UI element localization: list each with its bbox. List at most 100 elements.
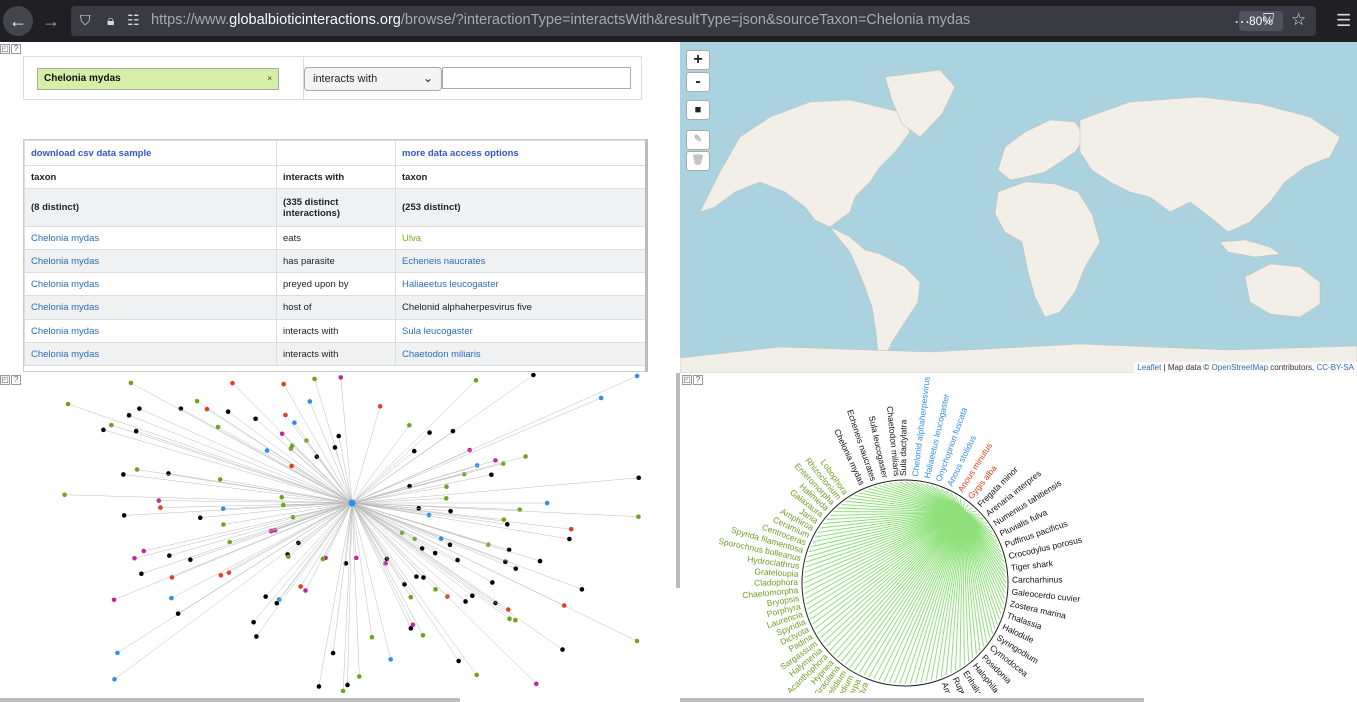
source-taxon-link[interactable]: Chelonia mydas [31, 256, 99, 267]
network-node[interactable] [111, 597, 117, 603]
network-node[interactable] [432, 550, 438, 556]
pocket-icon[interactable]: ⛉ [1263, 11, 1274, 28]
network-node[interactable] [568, 526, 574, 532]
network-node[interactable] [225, 409, 231, 415]
network-node[interactable] [598, 395, 604, 401]
lock-icon[interactable]: 🔒︎ [107, 12, 114, 29]
network-node[interactable] [410, 622, 416, 628]
interaction-map[interactable]: Leaflet | Map data © OpenStreetMap contr… [680, 42, 1357, 373]
network-node[interactable] [420, 633, 426, 638]
network-node[interactable] [336, 433, 342, 439]
network-node[interactable] [320, 556, 326, 562]
network-node[interactable] [473, 378, 479, 383]
network-node[interactable] [474, 672, 479, 678]
network-node[interactable] [115, 650, 120, 656]
target-taxon-link[interactable]: Chaetodon miliaris [402, 349, 481, 360]
interaction-network-graph[interactable] [0, 373, 680, 693]
network-node[interactable] [504, 522, 510, 527]
network-node[interactable] [634, 373, 640, 379]
network-node[interactable] [531, 373, 536, 378]
source-taxon-link[interactable]: Chelonia mydas [31, 349, 99, 360]
permissions-icon[interactable]: ☷ [127, 12, 140, 29]
network-node[interactable] [280, 502, 286, 508]
network-node[interactable] [188, 557, 193, 563]
network-node[interactable] [636, 475, 642, 481]
zoom-out-button[interactable]: - [686, 72, 710, 92]
network-node[interactable] [414, 574, 419, 579]
network-node[interactable] [292, 420, 297, 425]
tree-leaf-label[interactable]: Cladophora [754, 577, 798, 588]
network-node[interactable] [560, 647, 565, 652]
network-node[interactable] [402, 582, 407, 587]
horizontal-scrollbar[interactable] [680, 698, 1144, 702]
tree-leaf-label[interactable]: Carcharhinus [1012, 575, 1063, 585]
network-node[interactable] [433, 587, 438, 592]
network-node[interactable] [263, 594, 268, 599]
network-node[interactable] [408, 594, 414, 600]
openstreetmap-link[interactable]: OpenStreetMap [1212, 363, 1268, 372]
leaflet-link[interactable]: Leaflet [1137, 363, 1161, 372]
source-taxon-chip[interactable]: Chelonia mydas × [37, 68, 279, 90]
source-taxon-link[interactable]: Chelonia mydas [31, 302, 99, 313]
network-node[interactable] [489, 472, 494, 478]
network-node[interactable] [523, 454, 528, 459]
expand-icon[interactable]: ◰ [0, 44, 10, 54]
source-node[interactable] [348, 499, 356, 507]
draw-rectangle-button[interactable]: ■ [686, 100, 710, 120]
network-node[interactable] [407, 422, 412, 428]
menu-icon[interactable]: ☰ [1336, 11, 1351, 31]
network-node[interactable] [132, 555, 137, 561]
network-node[interactable] [62, 492, 67, 498]
target-taxon-link[interactable]: Echeneis naucrates [402, 256, 485, 267]
network-node[interactable] [316, 684, 322, 689]
network-node[interactable] [166, 471, 171, 476]
network-node[interactable] [447, 542, 453, 548]
network-node[interactable] [197, 515, 203, 521]
network-node[interactable] [128, 380, 134, 386]
download-csv-link[interactable]: download csv data sample [31, 148, 151, 159]
network-node[interactable] [220, 506, 226, 512]
network-node[interactable] [412, 536, 417, 542]
network-node[interactable] [338, 375, 344, 380]
network-node[interactable] [194, 398, 200, 404]
url-bar[interactable]: ⛉ 🔒︎ ☷ https://www.globalbioticinteracti… [71, 6, 1316, 36]
network-node[interactable] [307, 399, 313, 404]
network-node[interactable] [419, 546, 425, 551]
help-icon[interactable]: ? [11, 44, 21, 54]
network-node[interactable] [493, 458, 498, 463]
network-node[interactable] [279, 494, 285, 500]
network-node[interactable] [230, 380, 235, 386]
network-node[interactable] [411, 448, 417, 454]
source-taxon-link[interactable]: Chelonia mydas [31, 279, 99, 290]
network-node[interactable] [101, 427, 106, 433]
taxonomic-tree-graph[interactable]: UlvaCaulerpaCodiumGelidiumGracilariaHypn… [680, 373, 1357, 693]
network-node[interactable] [312, 376, 317, 382]
network-node[interactable] [463, 599, 468, 604]
target-taxon-link[interactable]: Ulva [402, 233, 421, 244]
network-node[interactable] [490, 580, 495, 585]
network-node[interactable] [330, 650, 336, 656]
network-node[interactable] [112, 676, 117, 682]
network-node[interactable] [298, 584, 303, 589]
network-node[interactable] [444, 484, 449, 490]
network-node[interactable] [279, 431, 285, 437]
network-node[interactable] [175, 611, 181, 616]
target-taxon-input[interactable] [442, 67, 631, 89]
tree-leaf-label[interactable]: Sula dactylatra [898, 419, 909, 476]
network-node[interactable] [221, 522, 226, 527]
network-node[interactable] [513, 617, 518, 623]
target-taxon-link[interactable]: Sula leucogaster [402, 326, 473, 337]
network-node[interactable] [158, 505, 163, 510]
bookmark-star-icon[interactable]: ☆ [1291, 10, 1306, 30]
network-node[interactable] [421, 575, 426, 580]
network-node[interactable] [133, 428, 139, 434]
network-node[interactable] [204, 406, 210, 412]
network-node[interactable] [426, 512, 432, 518]
network-node[interactable] [251, 619, 256, 625]
network-node[interactable] [513, 566, 519, 571]
network-node[interactable] [264, 448, 270, 453]
network-node[interactable] [357, 674, 362, 679]
network-node[interactable] [427, 430, 432, 435]
network-node[interactable] [438, 536, 444, 541]
network-node[interactable] [505, 607, 511, 612]
